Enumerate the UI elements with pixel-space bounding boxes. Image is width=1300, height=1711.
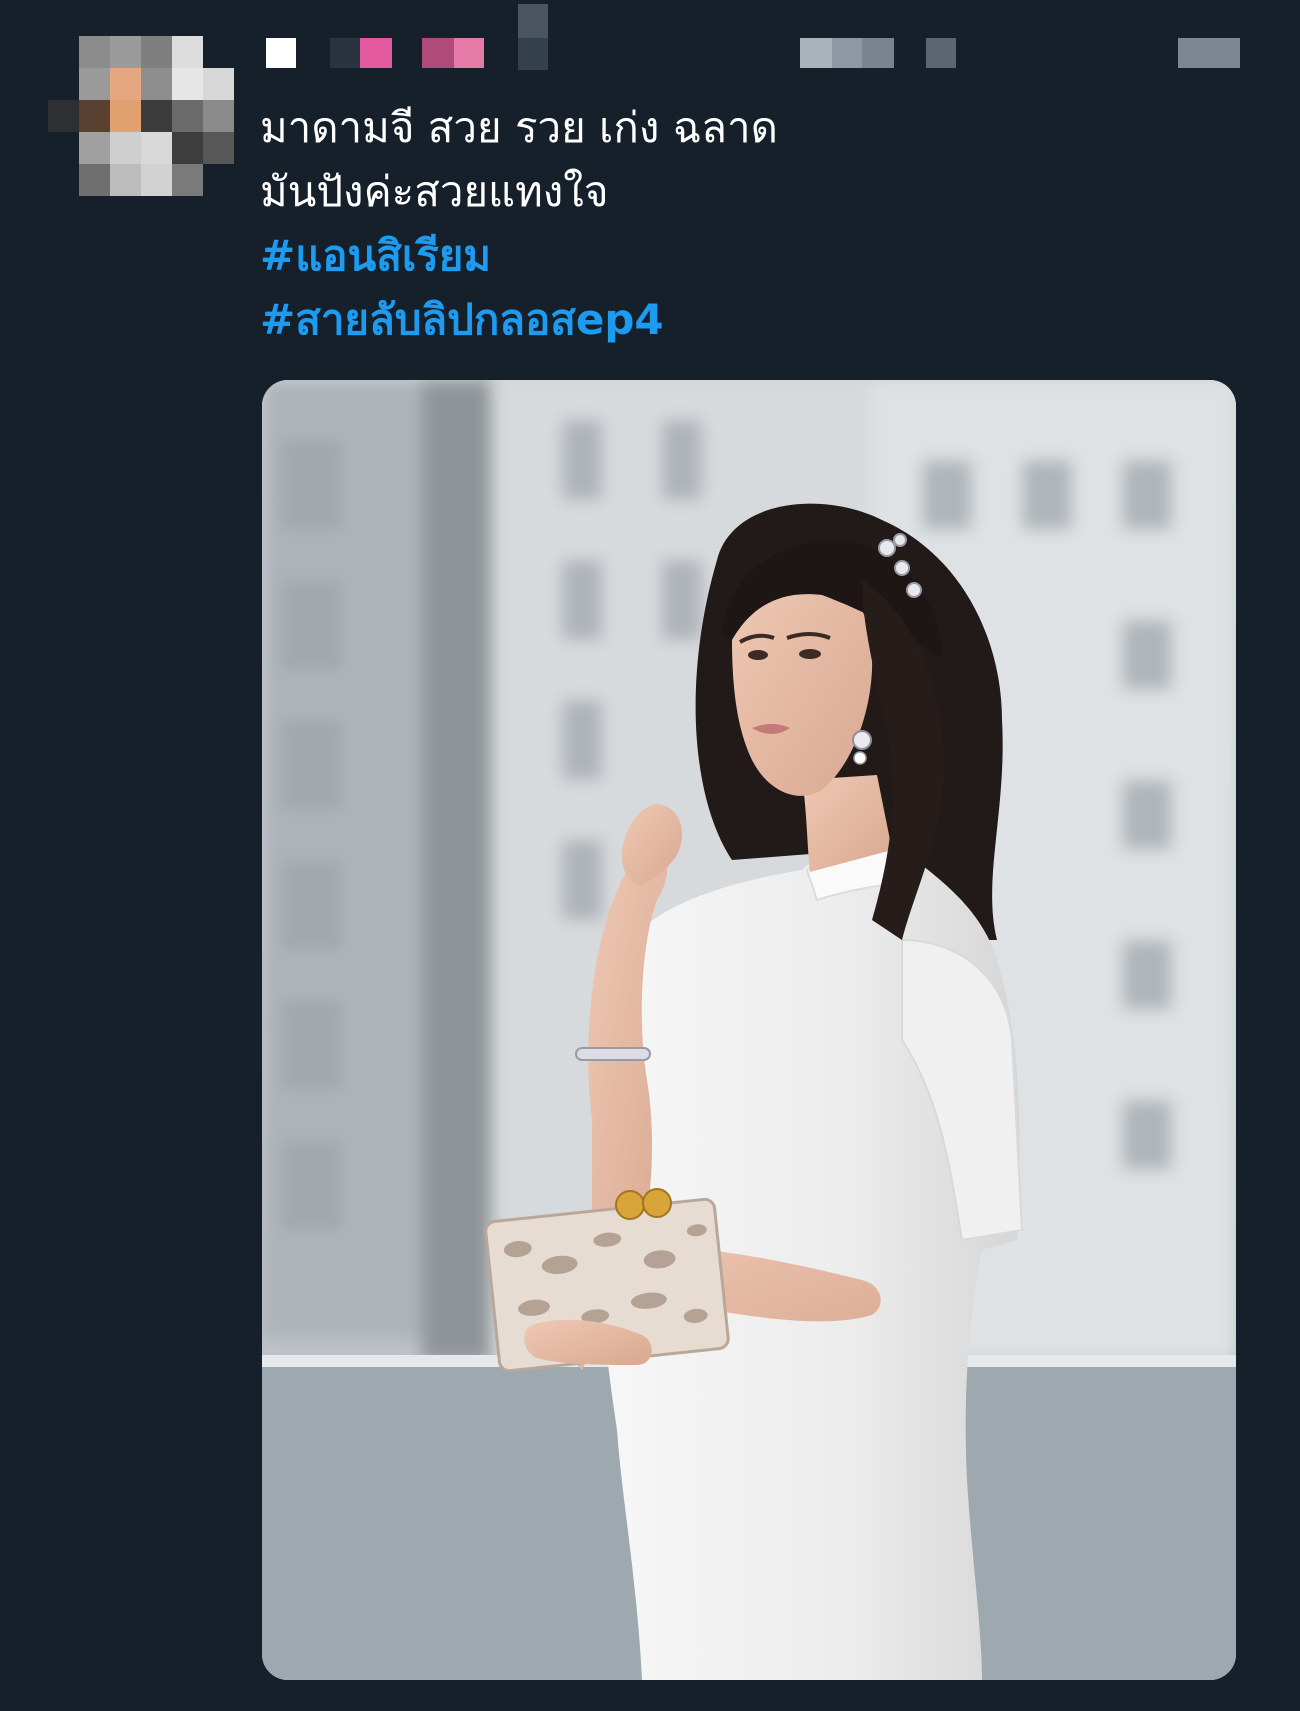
tweet-media-photo[interactable] — [262, 380, 1236, 1680]
display-name-redacted[interactable] — [454, 38, 484, 68]
hashtag-link[interactable]: #สายลับลิปกลอสep4 — [260, 288, 664, 352]
display-name-redacted[interactable] — [266, 38, 296, 68]
tweet-body: มาดามจี สวย รวย เก่ง ฉลาด มันปังค่ะสวยแท… — [260, 96, 1240, 352]
verified-badge-redacted — [518, 38, 548, 70]
handle-redacted[interactable] — [926, 38, 956, 68]
display-name-redacted[interactable] — [330, 38, 360, 68]
display-name-redacted[interactable] — [422, 38, 454, 68]
handle-redacted[interactable] — [832, 38, 862, 68]
photo-woman-in-white-dress — [262, 380, 1236, 1680]
verified-badge-redacted — [518, 4, 548, 38]
display-name-redacted[interactable] — [360, 38, 392, 68]
author-avatar[interactable] — [48, 36, 234, 196]
tweet-text-line: มันปังค่ะสวยแทงใจ — [260, 167, 609, 216]
hashtag-link[interactable]: #แอนสิเรียม — [260, 224, 491, 288]
handle-redacted[interactable] — [862, 38, 894, 68]
tweet[interactable]: มาดามจี สวย รวย เก่ง ฉลาด มันปังค่ะสวยแท… — [0, 0, 1300, 1711]
handle-redacted[interactable] — [800, 38, 832, 68]
timestamp-redacted[interactable] — [1178, 38, 1240, 68]
tweet-text-line: มาดามจี สวย รวย เก่ง ฉลาด — [260, 103, 778, 152]
tweet-header — [262, 4, 1262, 70]
